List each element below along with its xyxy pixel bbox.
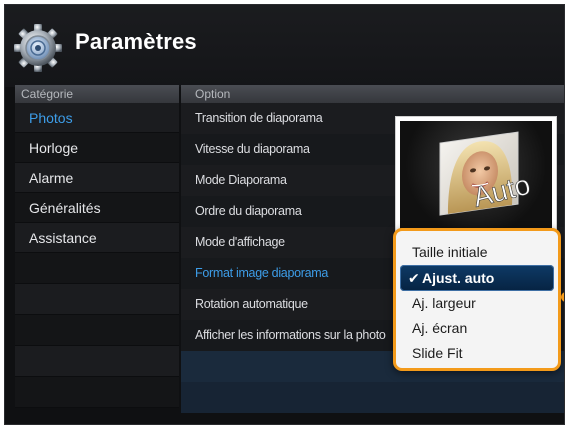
dropdown-option-label: Ajust. auto <box>422 270 495 286</box>
settings-screen: Paramètres Catégorie Option Photos Horlo… <box>4 4 565 425</box>
checkmark-icon: ✔ <box>408 270 420 286</box>
category-list: Photos Horloge Alarme Généralités Assist… <box>15 103 179 408</box>
category-item-assistance[interactable]: Assistance <box>15 223 179 253</box>
category-item-generalites[interactable]: Généralités <box>15 193 179 223</box>
format-preview-image: Auto <box>395 116 557 236</box>
dropdown-option-taille-initiale[interactable]: Taille initiale <box>396 240 558 265</box>
dropdown-option-ajust-auto[interactable]: ✔ Ajust. auto <box>400 265 554 291</box>
dropdown-option-label: Aj. écran <box>412 320 468 336</box>
category-column-header: Catégorie <box>15 85 179 103</box>
category-empty-row <box>15 377 179 408</box>
dropdown-option-label: Aj. largeur <box>412 295 476 311</box>
dropdown-option-slide-fit[interactable]: Slide Fit <box>396 341 558 366</box>
dropdown-option-label: Slide Fit <box>412 345 463 361</box>
callout-dot <box>561 292 564 302</box>
category-item-horloge[interactable]: Horloge <box>15 133 179 163</box>
header: Paramètres <box>5 5 564 87</box>
option-empty-row <box>181 382 564 413</box>
category-empty-row <box>15 315 179 346</box>
dropdown-option-aj-ecran[interactable]: Aj. écran <box>396 316 558 341</box>
auto-preview-graphic: Auto <box>439 131 534 216</box>
dropdown-option-aj-largeur[interactable]: Aj. largeur <box>396 291 558 316</box>
category-empty-row <box>15 253 179 284</box>
category-empty-row <box>15 346 179 377</box>
category-item-alarme[interactable]: Alarme <box>15 163 179 193</box>
option-column-header: Option <box>181 85 564 103</box>
category-empty-row <box>15 284 179 315</box>
category-item-photos[interactable]: Photos <box>15 103 179 133</box>
dropdown-option-label: Taille initiale <box>412 244 488 260</box>
format-dropdown-popup: Taille initiale ✔ Ajust. auto Aj. largeur… <box>393 228 561 371</box>
page-title: Paramètres <box>75 29 197 54</box>
gear-icon <box>13 23 63 73</box>
